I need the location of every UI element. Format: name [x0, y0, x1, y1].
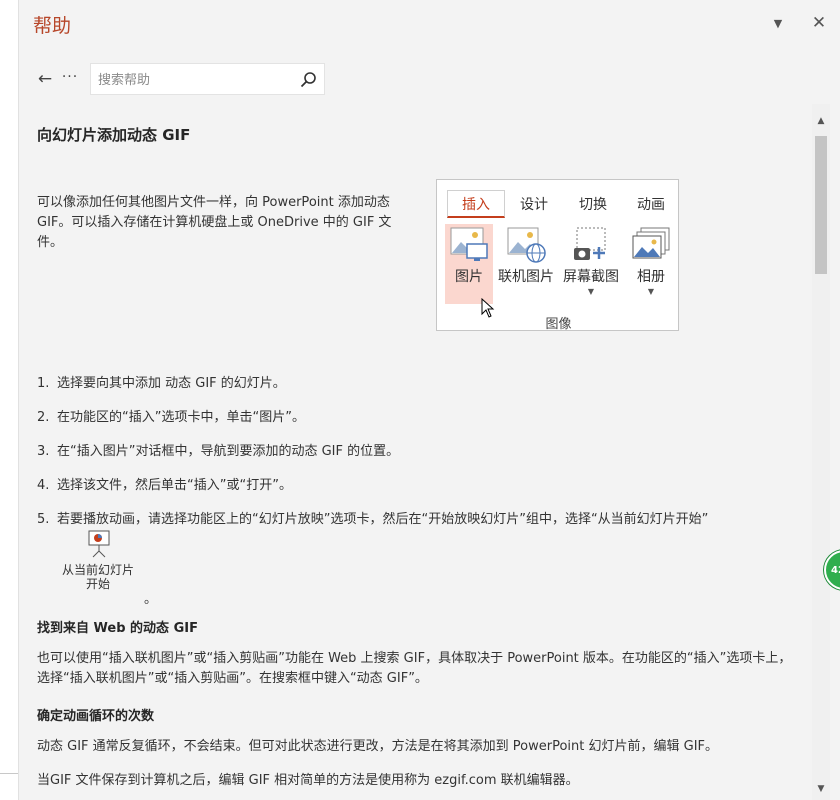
step-item: 1. 选择要向其中添加 动态 GIF 的幻灯片。 — [37, 376, 286, 391]
photo-album-icon — [632, 227, 670, 259]
screenshot-icon — [574, 227, 606, 260]
help-pane-header: 帮助 ▼ ✕ — [20, 0, 840, 48]
document-edge — [0, 0, 19, 800]
section-heading-web: 找到来自 Web 的动态 GIF — [37, 621, 198, 636]
ribbon-illustration: 插入 设计 切换 动画 图片 联机图片 屏幕截图 ▼ 相册 ▼ 图像 — [436, 179, 679, 332]
picture-label: 图片 — [455, 269, 483, 285]
scroll-down-icon[interactable]: ▼ — [812, 780, 830, 798]
more-icon: ··· — [61, 69, 79, 85]
photo-album-dropdown-icon: ▼ — [647, 287, 655, 296]
article-title: 向幻灯片添加动态 GIF — [37, 126, 191, 144]
slideshow-from-current-icon — [88, 530, 110, 558]
online-pictures-label: 联机图片 — [498, 269, 554, 285]
pane-options-button[interactable]: ▼ — [767, 12, 789, 34]
scroll-thumb[interactable] — [815, 136, 827, 274]
back-arrow-icon: ← — [37, 69, 53, 89]
article-content: 向幻灯片添加动态 GIF 可以像添加任何其他图片文件一样，向 PowerPoin… — [20, 104, 812, 800]
edge-marker — [0, 773, 18, 774]
from-current-slide-button[interactable]: 从当前幻灯片 开始 — [58, 528, 138, 596]
photo-album-label: 相册 — [637, 269, 665, 285]
back-button[interactable]: ← — [34, 68, 56, 90]
vertical-scrollbar[interactable]: ▲ ▼ — [812, 104, 830, 800]
picture-icon — [450, 227, 488, 261]
section-paragraph-web: 也可以使用“插入联机图片”或“插入剪贴画”功能在 Web 上搜索 GIF，具体取… — [37, 651, 792, 686]
close-icon: ✕ — [811, 13, 827, 33]
search-box — [90, 63, 325, 95]
screenshot-label: 屏幕截图 — [563, 269, 619, 285]
section-heading-loop: 确定动画循环的次数 — [37, 709, 155, 724]
help-navigation: ← ··· — [20, 60, 840, 100]
mouse-pointer-icon — [481, 298, 495, 318]
screenshot-button[interactable]: 屏幕截图 ▼ — [559, 224, 623, 304]
online-pictures-button[interactable]: 联机图片 — [497, 224, 555, 304]
section-paragraph-ezgif: 当GIF 文件保存到计算机之后，编辑 GIF 相对简单的方法是使用称为 ezgi… — [37, 773, 579, 788]
step-item: 3. 在“插入图片”对话框中，导航到要添加的动态 GIF 的位置。 — [37, 444, 400, 459]
images-group-label: 图像 — [545, 317, 572, 332]
scroll-up-icon[interactable]: ▲ — [812, 112, 830, 130]
tab-insert[interactable]: 插入 — [447, 190, 505, 218]
sentence-end: 。 — [144, 592, 158, 607]
step-item: 4. 选择该文件，然后单击“插入”或“打开”。 — [37, 478, 292, 493]
from-current-slide-label: 从当前幻灯片 开始 — [61, 563, 134, 591]
close-pane-button[interactable]: ✕ — [808, 12, 830, 34]
tab-animations[interactable]: 动画 — [625, 190, 677, 218]
more-options-button[interactable]: ··· — [60, 66, 80, 88]
tab-transitions[interactable]: 切换 — [565, 190, 621, 218]
intro-paragraph: 可以像添加任何其他图片文件一样，向 PowerPoint 添加动态 GIF。可以… — [37, 195, 392, 250]
search-icon[interactable] — [298, 70, 318, 90]
step-item: 2. 在功能区的“插入”选项卡中，单击“图片”。 — [37, 410, 305, 425]
step-item: 5. 若要播放动画，请选择功能区上的“幻灯片放映”选项卡，然后在“开始放映幻灯片”… — [37, 512, 709, 527]
photo-album-button[interactable]: 相册 ▼ — [627, 224, 675, 304]
pane-title: 帮助 — [33, 15, 72, 37]
tab-design[interactable]: 设计 — [507, 190, 561, 218]
section-paragraph-loop: 动态 GIF 通常反复循环，不会结束。但可对此状态进行更改，方法是在将其添加到 … — [37, 739, 719, 754]
chevron-down-icon: ▼ — [773, 16, 783, 30]
search-input[interactable] — [98, 70, 293, 90]
screenshot-dropdown-icon: ▼ — [587, 287, 595, 296]
online-picture-icon — [507, 227, 546, 263]
picture-button[interactable]: 图片 — [445, 224, 493, 304]
